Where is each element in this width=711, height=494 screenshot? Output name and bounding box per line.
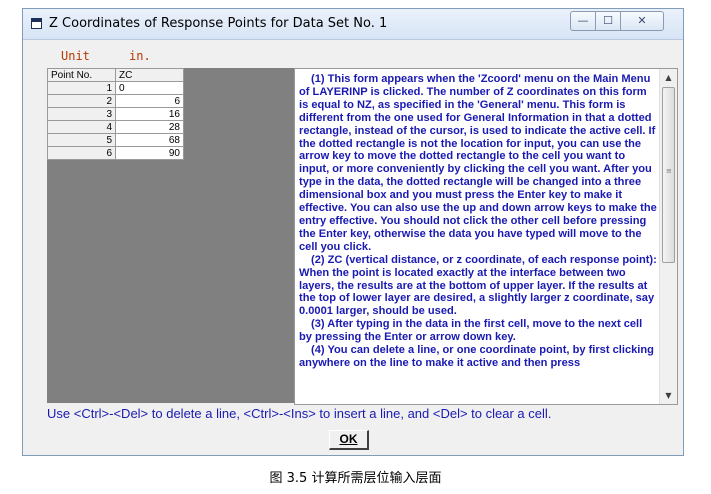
point-number-cell[interactable]: 3: [47, 107, 116, 121]
zc-cell[interactable]: 0: [115, 81, 184, 95]
figure-caption: 图 3.5 计算所需层位输入层面: [269, 471, 442, 486]
help-paragraph-3: (3) After typing in the data in the firs…: [299, 318, 643, 344]
help-paragraph-4: (4) You can delete a line, or one coordi…: [299, 344, 654, 369]
scroll-down-arrow-icon[interactable]: ▼: [660, 387, 677, 404]
zc-cell[interactable]: 16: [115, 107, 184, 121]
coordinate-grid: Point No. ZC 1 0 2 6 3 16 4 28 5 68 6 90: [47, 68, 184, 160]
help-paragraph-1: (1) This form appears when the 'Zcoord' …: [299, 73, 657, 253]
point-number-cell[interactable]: 2: [47, 94, 116, 108]
help-text-box[interactable]: (1) This form appears when the 'Zcoord' …: [294, 68, 678, 405]
title-bar[interactable]: Z Coordinates of Response Points for Dat…: [23, 9, 683, 40]
zc-cell[interactable]: 28: [115, 120, 184, 134]
zc-cell[interactable]: 90: [115, 146, 184, 160]
maximize-button[interactable]: ☐: [595, 11, 621, 31]
coordinate-grid-area: Point No. ZC 1 0 2 6 3 16 4 28 5 68 6 90: [47, 68, 309, 403]
window-title: Z Coordinates of Response Points for Dat…: [49, 16, 388, 31]
unit-label: Unit: [61, 49, 90, 63]
point-number-cell[interactable]: 4: [47, 120, 116, 134]
minimize-button[interactable]: —: [570, 11, 596, 31]
point-number-cell[interactable]: 5: [47, 133, 116, 147]
unit-value: in.: [129, 49, 151, 63]
table-row: 6 90: [47, 146, 184, 160]
help-scrollbar[interactable]: ▲ ≡ ▼: [659, 69, 677, 404]
point-number-cell[interactable]: 1: [47, 81, 116, 95]
ok-button[interactable]: OK: [329, 430, 369, 450]
window-app-icon: [31, 18, 42, 29]
zc-cell[interactable]: 6: [115, 94, 184, 108]
help-text: (1) This form appears when the 'Zcoord' …: [299, 73, 657, 401]
close-button[interactable]: ✕: [620, 11, 664, 31]
grid-header-row: Point No. ZC: [47, 68, 184, 82]
grid-header-point-no: Point No.: [47, 68, 116, 82]
help-paragraph-2: (2) ZC (vertical distance, or z coordina…: [299, 253, 657, 318]
dialog-window: Z Coordinates of Response Points for Dat…: [22, 8, 684, 456]
table-row: 1 0: [47, 81, 184, 95]
table-row: 2 6: [47, 94, 184, 108]
point-number-cell[interactable]: 6: [47, 146, 116, 160]
zc-cell[interactable]: 68: [115, 133, 184, 147]
grid-header-zc: ZC: [115, 68, 184, 82]
scroll-thumb[interactable]: ≡: [662, 87, 675, 263]
ok-button-label: OK: [339, 432, 358, 446]
keyboard-hint: Use <Ctrl>-<Del> to delete a line, <Ctrl…: [47, 406, 552, 421]
table-row: 4 28: [47, 120, 184, 134]
grip-icon: ≡: [666, 167, 672, 175]
scroll-up-arrow-icon[interactable]: ▲: [660, 69, 677, 86]
table-row: 3 16: [47, 107, 184, 121]
table-row: 5 68: [47, 133, 184, 147]
